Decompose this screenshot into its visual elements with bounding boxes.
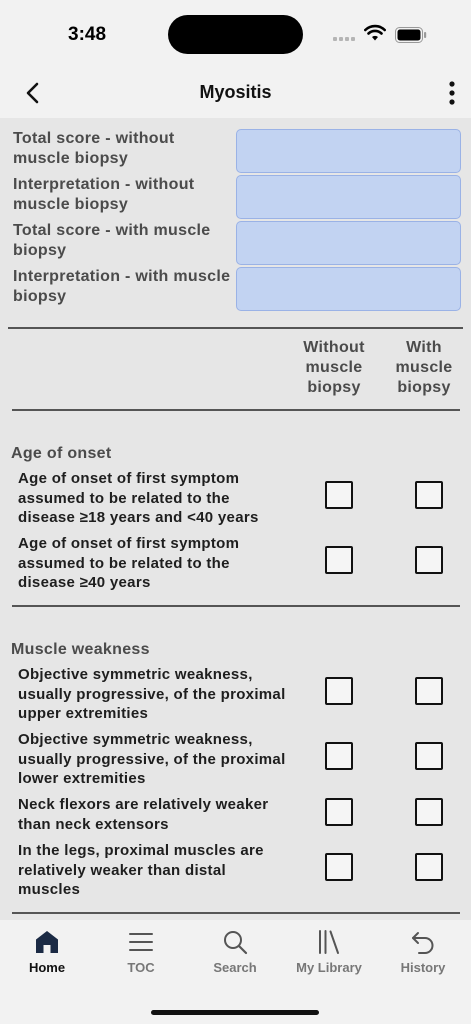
- tab-label: History: [400, 960, 446, 975]
- tab-history[interactable]: History: [376, 928, 470, 975]
- checkbox-age-18-40-without-biopsy[interactable]: [325, 481, 353, 509]
- tab-label: Search: [213, 960, 257, 975]
- tab-search[interactable]: Search: [188, 928, 282, 975]
- library-icon: [319, 930, 339, 954]
- checkbox-neck-flexors-without-biopsy[interactable]: [325, 798, 353, 826]
- column-header-with-biopsy: With muscle biopsy: [395, 339, 453, 396]
- summary-row-interp-with: Interpretation - with muscle biopsy: [12, 267, 462, 313]
- checkbox-lower-weakness-without-biopsy[interactable]: [325, 742, 353, 770]
- total-score-with-field: [236, 221, 461, 265]
- summary-row-total-without: Total score - without muscle biopsy: [12, 129, 462, 175]
- checkbox-proximal-legs-without-biopsy[interactable]: [325, 853, 353, 881]
- checkbox-age-40-plus-without-biopsy[interactable]: [325, 546, 353, 574]
- status-time: 3:48: [68, 24, 107, 45]
- home-indicator: [151, 1010, 319, 1015]
- wifi-icon: [364, 24, 386, 41]
- criterion-label: Objective symmetric weakness, usually pr…: [18, 731, 286, 787]
- battery-icon: [395, 27, 427, 43]
- summary-row-interp-without: Interpretation - without muscle biopsy: [12, 175, 462, 221]
- more-options-button[interactable]: [440, 78, 464, 108]
- checkbox-age-40-plus-with-biopsy[interactable]: [415, 546, 443, 574]
- history-icon: [412, 932, 434, 954]
- checkbox-proximal-legs-with-biopsy[interactable]: [415, 853, 443, 881]
- criterion-label: Age of onset of first symptom assumed to…: [18, 470, 259, 526]
- summary-label: Total score - without muscle biopsy: [13, 130, 175, 167]
- tab-toc[interactable]: TOC: [94, 928, 188, 975]
- divider: [12, 409, 460, 411]
- checkbox-upper-weakness-with-biopsy[interactable]: [415, 677, 443, 705]
- calculator-content[interactable]: Total score - without muscle biopsy Inte…: [0, 118, 471, 920]
- divider: [8, 327, 463, 329]
- tab-label: My Library: [296, 960, 362, 975]
- summary-label: Interpretation - with muscle biopsy: [13, 268, 231, 305]
- total-score-without-field: [236, 129, 461, 173]
- criterion-label: In the legs, proximal muscles are relati…: [18, 842, 264, 898]
- section-title-muscle-weakness: Muscle weakness: [11, 641, 150, 658]
- summary-row-total-with: Total score - with muscle biopsy: [12, 221, 462, 267]
- criterion-label: Objective symmetric weakness, usually pr…: [18, 666, 286, 722]
- section-title-age-of-onset: Age of onset: [11, 445, 112, 462]
- cellular-signal-icon: [333, 37, 355, 41]
- divider: [12, 912, 460, 914]
- search-icon: [224, 931, 248, 955]
- tab-label: Home: [28, 960, 66, 975]
- divider: [12, 605, 460, 607]
- nav-bar: Myositis: [0, 70, 471, 118]
- checkbox-lower-weakness-with-biopsy[interactable]: [415, 742, 443, 770]
- status-bar: 3:48: [0, 0, 471, 70]
- tab-label: TOC: [127, 960, 155, 975]
- checkbox-age-18-40-with-biopsy[interactable]: [415, 481, 443, 509]
- tab-my-library[interactable]: My Library: [282, 928, 376, 975]
- dynamic-island: [168, 15, 303, 54]
- criterion-label: Age of onset of first symptom assumed to…: [18, 535, 240, 591]
- menu-icon: [129, 933, 153, 951]
- page-title: Myositis: [199, 82, 272, 102]
- tab-home[interactable]: Home: [0, 928, 94, 975]
- tab-bar: Home TOC Search My Library History: [0, 920, 471, 1024]
- home-icon: [36, 931, 58, 953]
- checkbox-neck-flexors-with-biopsy[interactable]: [415, 798, 443, 826]
- criterion-label: Neck flexors are relatively weaker than …: [18, 796, 269, 833]
- summary-label: Total score - with muscle biopsy: [13, 222, 211, 259]
- summary-label: Interpretation - without muscle biopsy: [13, 176, 195, 213]
- interpretation-without-field: [236, 175, 461, 219]
- column-header-without-biopsy: Without muscle biopsy: [303, 339, 365, 396]
- checkbox-upper-weakness-without-biopsy[interactable]: [325, 677, 353, 705]
- interpretation-with-field: [236, 267, 461, 311]
